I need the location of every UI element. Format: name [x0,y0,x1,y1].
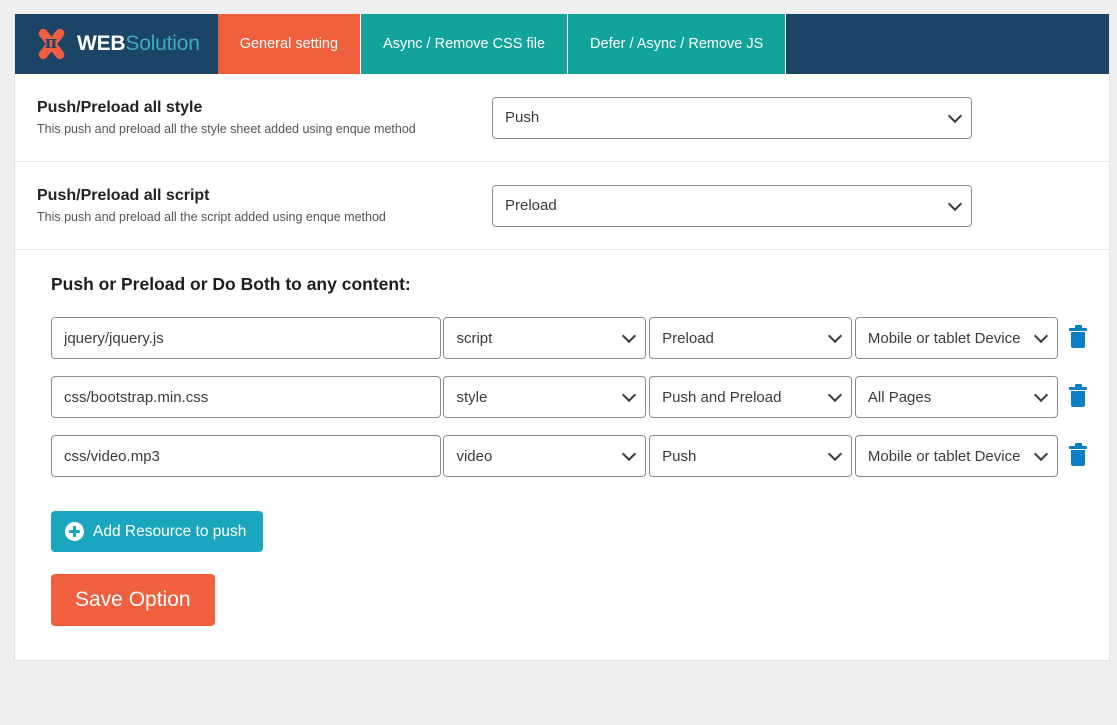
brand-name-primary: WEB [77,32,126,55]
select-wrapper-resource-type: scriptstylevideoimagefontaudio [443,376,647,418]
add-resource-button-label: Add Resource to push [93,522,247,540]
resource-row: scriptstylevideoimagefontaudio PushPrelo… [37,435,1089,477]
setting-label-all-style: Push/Preload all style This push and pre… [37,99,492,136]
setting-row-all-script: Push/Preload all script This push and pr… [15,162,1109,250]
select-wrapper-resource-type: scriptstylevideoimagefontaudio [443,435,647,477]
brand-title: WEBSolution [77,32,200,56]
select-wrapper-resource-action: PushPreloadPush and Preload [649,317,852,359]
select-all-style[interactable]: PushPreloadPush and PreloadNone [492,96,972,139]
select-wrapper-resource-action: PushPreloadPush and Preload [649,376,852,418]
select-wrapper-resource-device: All PagesMobile or tablet DeviceDesktop … [854,317,1058,359]
setting-description-all-style: This push and preload all the style shee… [37,122,416,136]
select-resource-action[interactable]: PushPreloadPush and Preload [649,435,852,477]
resource-url-input[interactable] [51,376,442,418]
select-resource-device[interactable]: All PagesMobile or tablet DeviceDesktop … [854,317,1058,359]
resource-url-input[interactable] [51,435,442,477]
setting-title-all-style: Push/Preload all style [37,99,203,116]
setting-label-all-script: Push/Preload all script This push and pr… [37,187,492,224]
trash-icon[interactable] [1068,325,1089,351]
select-wrapper-resource-type: scriptstylevideoimagefontaudio [443,317,647,359]
brand-logo-area: π WEBSolution [15,14,218,74]
select-wrapper-resource-device: All PagesMobile or tablet DeviceDesktop … [854,435,1058,477]
setting-row-all-style: Push/Preload all style This push and pre… [15,74,1109,162]
plugin-settings-card: π WEBSolution General setting Async / Re… [14,14,1110,661]
nav-tab-list: General setting Async / Remove CSS file … [217,14,787,74]
brand-name-secondary: Solution [125,32,200,55]
resource-section-heading: Push or Preload or Do Both to any conten… [51,274,411,294]
trash-icon[interactable] [1068,384,1089,410]
select-resource-action[interactable]: PushPreloadPush and Preload [649,376,852,418]
tab-defer-async-remove-js[interactable]: Defer / Async / Remove JS [568,14,787,74]
select-wrapper-resource-action: PushPreloadPush and Preload [649,435,852,477]
select-resource-type[interactable]: scriptstylevideoimagefontaudio [443,317,647,359]
select-resource-type[interactable]: scriptstylevideoimagefontaudio [443,435,647,477]
resource-url-input[interactable] [51,317,442,359]
select-resource-type[interactable]: scriptstylevideoimagefontaudio [443,376,647,418]
select-resource-device[interactable]: All PagesMobile or tablet DeviceDesktop … [854,435,1058,477]
top-navbar: π WEBSolution General setting Async / Re… [15,14,1109,74]
tab-general-setting[interactable]: General setting [217,14,362,74]
resource-section: Push or Preload or Do Both to any conten… [15,250,1109,660]
save-option-button[interactable]: Save Option [51,574,215,626]
setting-description-all-script: This push and preload all the script add… [37,210,386,224]
tab-async-remove-css[interactable]: Async / Remove CSS file [361,14,569,74]
add-resource-button[interactable]: Add Resource to push [51,511,264,552]
resource-row: scriptstylevideoimagefontaudio PushPrelo… [37,376,1089,418]
setting-title-all-script: Push/Preload all script [37,187,210,204]
select-all-script[interactable]: PushPreloadPush and PreloadNone [492,184,972,227]
select-wrapper-all-script: PushPreloadPush and PreloadNone [492,184,972,227]
select-wrapper-resource-device: All PagesMobile or tablet DeviceDesktop … [854,376,1058,418]
select-wrapper-all-style: PushPreloadPush and PreloadNone [492,96,972,139]
select-resource-action[interactable]: PushPreloadPush and Preload [649,317,852,359]
x-pi-logo-icon: π [31,27,71,61]
trash-icon[interactable] [1068,443,1089,469]
select-resource-device[interactable]: All PagesMobile or tablet DeviceDesktop … [854,376,1058,418]
plus-circle-icon [65,522,84,541]
resource-row: scriptstylevideoimagefontaudio PushPrelo… [37,317,1089,359]
navbar-filler [786,14,1109,74]
